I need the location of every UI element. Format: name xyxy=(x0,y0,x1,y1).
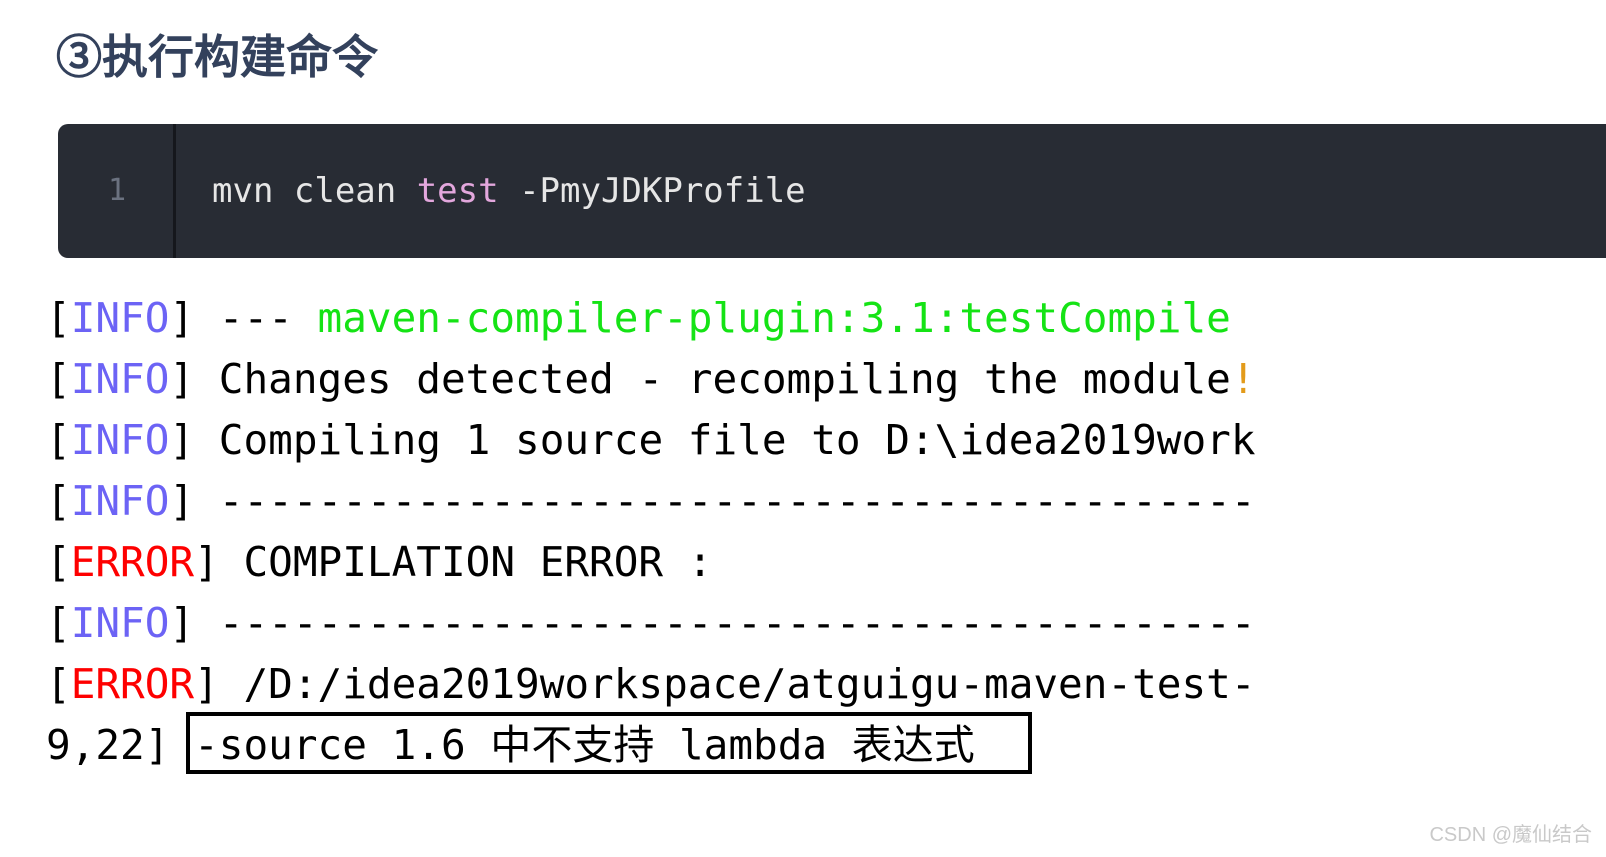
log-level: INFO xyxy=(70,416,170,464)
bracket-close: ] xyxy=(169,294,195,342)
bracket-close: ] xyxy=(194,660,219,708)
log-message: COMPILATION ERROR : xyxy=(218,538,713,586)
gutter-divider xyxy=(173,124,176,258)
console-line: [INFO] Changes detected - recompiling th… xyxy=(46,349,1256,410)
log-level: INFO xyxy=(70,355,170,403)
console-line: [INFO] ---------------------------------… xyxy=(46,593,1256,654)
bracket-close: ] xyxy=(169,477,195,525)
bracket-close: ] xyxy=(194,538,219,586)
log-message: 9,22] -source 1.6 中不支持 lambda 表达式 xyxy=(46,721,975,769)
console-line: [INFO] --- maven-compiler-plugin:3.1:tes… xyxy=(46,288,1256,349)
bracket-open: [ xyxy=(46,599,71,647)
bracket-open: [ xyxy=(46,660,71,708)
code-line-1: mvn clean test -PmyJDKProfile xyxy=(212,169,806,213)
log-message-tail: ! xyxy=(1230,355,1256,403)
bracket-close: ] xyxy=(169,416,195,464)
log-level: ERROR xyxy=(70,538,195,586)
console-output: [INFO] --- maven-compiler-plugin:3.1:tes… xyxy=(46,288,1256,788)
console-line: [INFO] Compiling 1 source file to D:\ide… xyxy=(46,410,1256,471)
log-level: ERROR xyxy=(70,660,195,708)
code-token-prefix: mvn clean xyxy=(212,171,417,211)
console-line: [ERROR] COMPILATION ERROR : xyxy=(46,532,1256,593)
bracket-open: [ xyxy=(46,355,71,403)
csdn-watermark: CSDN @魔仙结合 xyxy=(1429,824,1592,846)
bracket-open: [ xyxy=(46,294,71,342)
log-message: ----------------------------------------… xyxy=(194,599,1256,647)
bracket-close: ] xyxy=(169,599,195,647)
log-level: INFO xyxy=(70,294,170,342)
log-message: Changes detected - recompiling the modul… xyxy=(194,355,1231,403)
console-line: [INFO] ---------------------------------… xyxy=(46,471,1256,532)
log-message: /D:/idea2019workspace/atguigu-maven-test… xyxy=(218,660,1256,708)
bracket-open: [ xyxy=(46,477,71,525)
log-message: Compiling 1 source file to D:\idea2019wo… xyxy=(194,416,1256,464)
bracket-close: ] xyxy=(169,355,195,403)
log-level: INFO xyxy=(70,599,170,647)
code-token-keyword: test xyxy=(416,171,499,211)
code-block: 1 mvn clean test -PmyJDKProfile xyxy=(58,124,1606,258)
page-title: ③执行构建命令 xyxy=(56,31,378,83)
bracket-open: [ xyxy=(46,538,71,586)
code-token-suffix: -PmyJDKProfile xyxy=(498,171,806,211)
log-message: ----------------------------------------… xyxy=(194,477,1256,525)
log-message: --- xyxy=(194,294,318,342)
console-line: [ERROR] /D:/idea2019workspace/atguigu-ma… xyxy=(46,654,1256,715)
log-level: INFO xyxy=(70,477,170,525)
code-gutter: 1 xyxy=(58,124,176,258)
code-content[interactable]: mvn clean test -PmyJDKProfile xyxy=(176,124,1606,258)
code-line-number: 1 xyxy=(107,173,127,208)
log-message-accent: maven-compiler-plugin:3.1:testCompile xyxy=(317,294,1231,342)
bracket-open: [ xyxy=(46,416,71,464)
console-line-highlighted: 9,22] -source 1.6 中不支持 lambda 表达式 xyxy=(46,715,1256,776)
